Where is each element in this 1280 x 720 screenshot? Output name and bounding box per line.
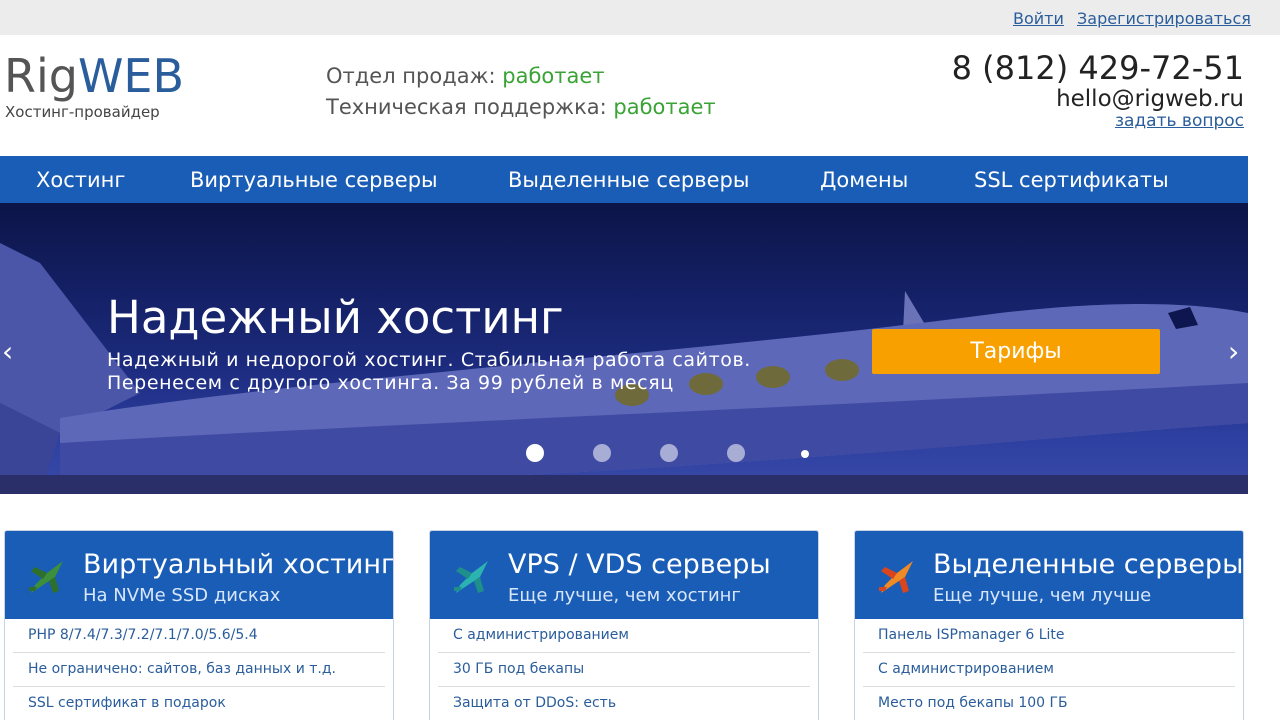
card-header[interactable]: Виртуальный хостинг На NVMe SSD дисках <box>5 531 393 619</box>
card-header[interactable]: Выделенные серверы Еще лучше, чем лучше <box>855 531 1243 619</box>
feature-item[interactable]: Не ограничено: сайтов, баз данных и т.д. <box>13 653 385 687</box>
card-dedicated-servers: Выделенные серверы Еще лучше, чем лучше … <box>854 530 1244 720</box>
hero-title: Надежный хостинг <box>107 291 564 344</box>
card-subtitle: Еще лучше, чем хостинг <box>508 585 741 606</box>
main-nav: Хостинг Виртуальные серверы Выделенные с… <box>0 156 1248 203</box>
teal-jet-icon <box>454 561 488 593</box>
card-title: Виртуальный хостинг <box>83 549 394 580</box>
feature-item[interactable]: С администрированием <box>863 653 1235 687</box>
slider-dot-2[interactable] <box>593 444 611 462</box>
feature-list: PHP 8/7.4/7.3/7.2/7.1/7.0/5.6/5.4 Не огр… <box>5 619 393 720</box>
tariffs-button[interactable]: Тарифы <box>872 329 1160 374</box>
logo-part-rig: Rig <box>4 49 78 103</box>
card-subtitle: На NVMe SSD дисках <box>83 585 281 606</box>
hero-slider: Надежный хостинг Надежный и недорогой хо… <box>0 203 1248 494</box>
ask-question-link[interactable]: задать вопрос <box>1115 111 1244 131</box>
feature-item[interactable]: 30 ГБ под бекапы <box>438 653 810 687</box>
green-jet-icon <box>29 561 63 593</box>
hero-description: Надежный и недорогой хостинг. Стабильная… <box>107 349 751 395</box>
hero-text-line-2: Перенесем с другого хостинга. За 99 рубл… <box>107 372 674 394</box>
feature-item[interactable]: С администрированием <box>438 619 810 653</box>
feature-item[interactable]: SSL сертификат в подарок <box>13 687 385 720</box>
sales-status: работает <box>502 64 605 88</box>
sales-status-line: Отдел продаж: работает <box>326 64 605 88</box>
logo-part-web: WEB <box>77 49 185 103</box>
slider-dot-3[interactable] <box>660 444 678 462</box>
orange-jet-icon <box>879 561 913 593</box>
logo-tagline: Хостинг-провайдер <box>5 103 160 121</box>
feature-item[interactable]: Защита от DDoS: есть <box>438 687 810 720</box>
feature-item[interactable]: Место под бекапы 100 ГБ <box>863 687 1235 720</box>
nav-item-virtual-servers[interactable]: Виртуальные серверы <box>190 168 438 192</box>
nav-item-dedicated-servers[interactable]: Выделенные серверы <box>508 168 749 192</box>
logo[interactable]: RigWEB <box>4 50 184 102</box>
card-header[interactable]: VPS / VDS серверы Еще лучше, чем хостинг <box>430 531 818 619</box>
hero-text-line-1: Надежный и недорогой хостинг. Стабильная… <box>107 349 751 371</box>
support-label: Техническая поддержка: <box>326 95 607 119</box>
nav-item-domains[interactable]: Домены <box>820 168 908 192</box>
support-status: работает <box>613 95 716 119</box>
top-bar: Войти Зарегистрироваться <box>0 0 1280 35</box>
slider-dot-1[interactable] <box>526 444 544 462</box>
feature-list: Панель ISPmanager 6 Lite С администриров… <box>855 619 1243 720</box>
sales-label: Отдел продаж: <box>326 64 496 88</box>
nav-item-hosting[interactable]: Хостинг <box>36 168 125 192</box>
register-link[interactable]: Зарегистрироваться <box>1077 9 1251 28</box>
feature-list: С администрированием 30 ГБ под бекапы За… <box>430 619 818 720</box>
card-subtitle: Еще лучше, чем лучше <box>933 585 1152 606</box>
login-link[interactable]: Войти <box>1013 9 1064 28</box>
phone-number[interactable]: 8 (812) 429-72-51 <box>952 49 1244 87</box>
card-title: VPS / VDS серверы <box>508 549 771 580</box>
chevron-left-icon[interactable]: ‹ <box>2 335 13 368</box>
card-vps-vds: VPS / VDS серверы Еще лучше, чем хостинг… <box>429 530 819 720</box>
card-virtual-hosting: Виртуальный хостинг На NVMe SSD дисках P… <box>4 530 394 720</box>
support-status-line: Техническая поддержка: работает <box>326 95 716 119</box>
chevron-right-icon[interactable]: › <box>1228 335 1239 368</box>
slider-dot-4[interactable] <box>727 444 745 462</box>
card-title: Выделенные серверы <box>933 549 1244 580</box>
nav-item-ssl[interactable]: SSL сертификаты <box>974 168 1169 192</box>
email-address[interactable]: hello@rigweb.ru <box>1056 86 1244 112</box>
feature-item[interactable]: Панель ISPmanager 6 Lite <box>863 619 1235 653</box>
feature-item[interactable]: PHP 8/7.4/7.3/7.2/7.1/7.0/5.6/5.4 <box>13 619 385 653</box>
